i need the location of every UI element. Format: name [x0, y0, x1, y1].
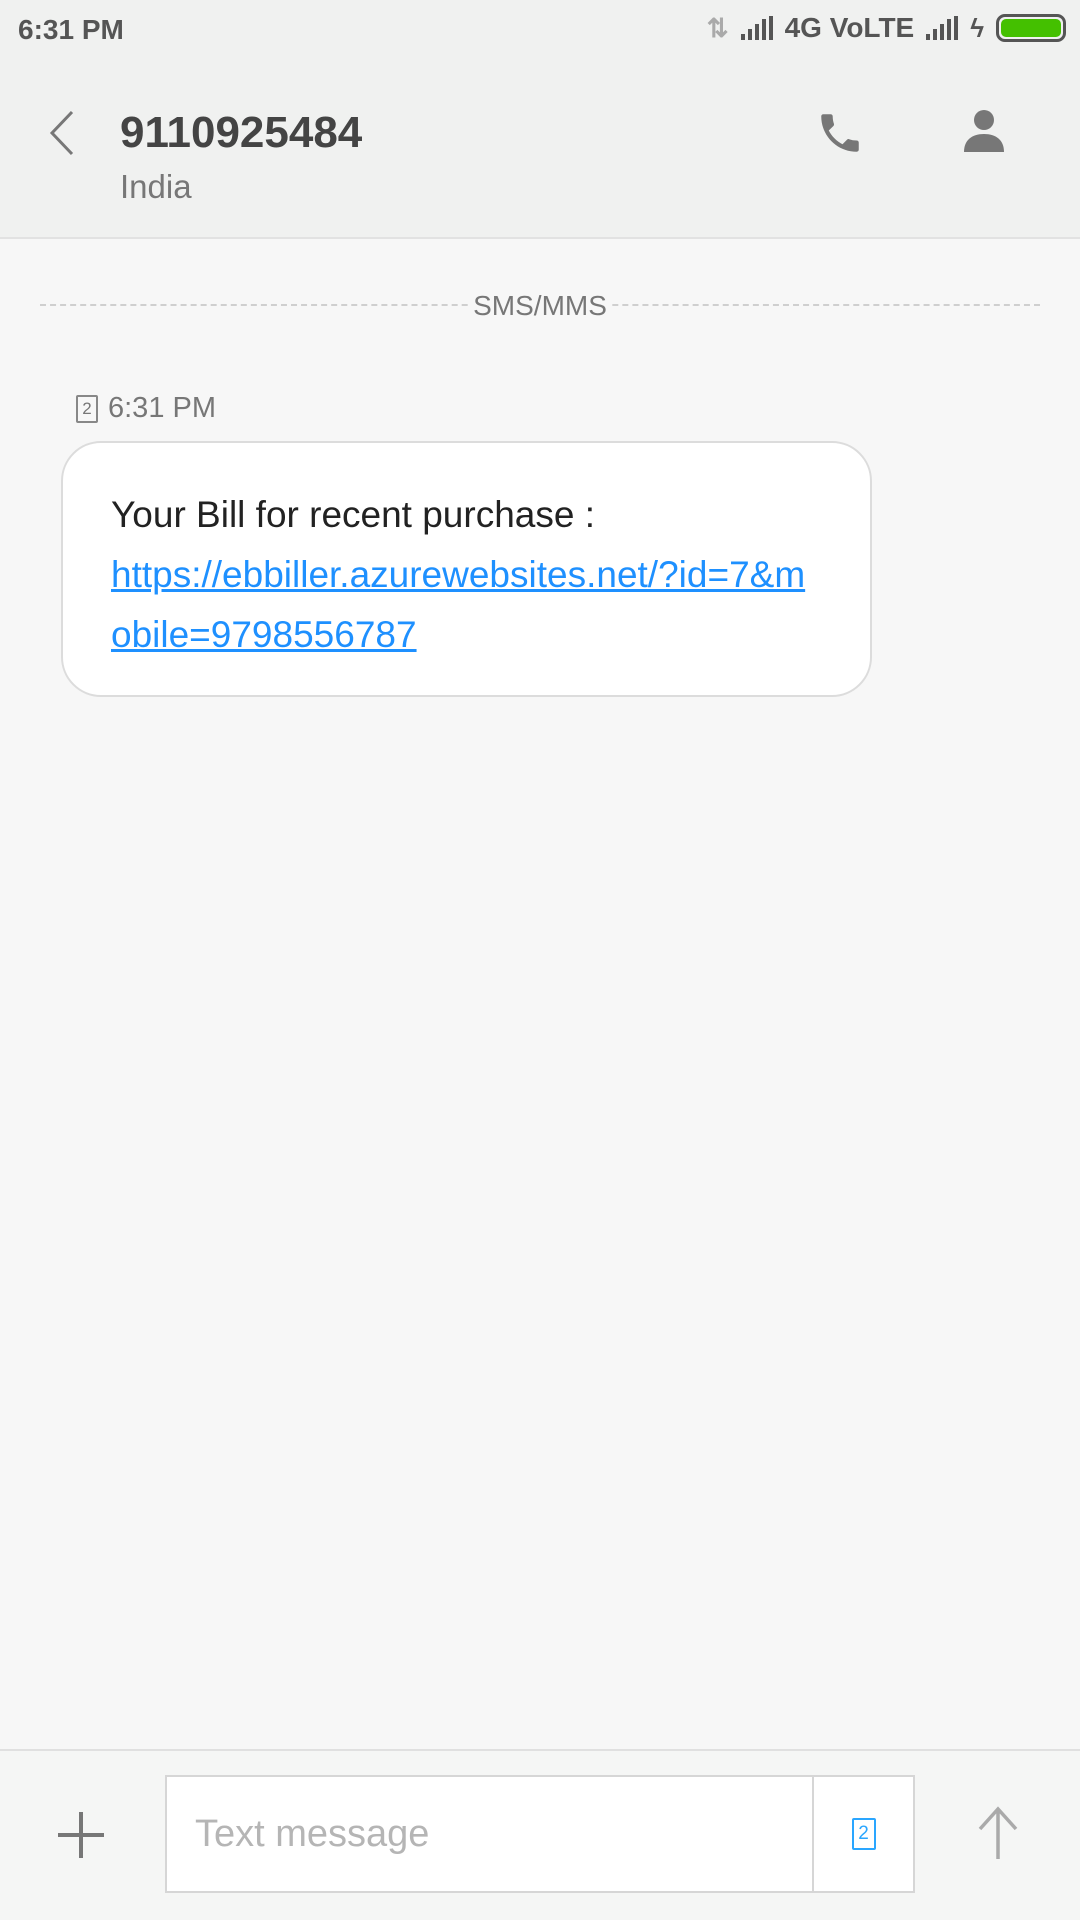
status-icons: ⇅ 4G VoLTE ϟ: [707, 12, 1066, 44]
message-meta: 2 6:31 PM: [76, 392, 216, 425]
contact-location: India: [120, 168, 192, 205]
data-arrows-icon: ⇅: [706, 12, 729, 43]
sim-selector-button[interactable]: 2: [812, 1777, 913, 1891]
battery-icon: [996, 14, 1066, 42]
charging-icon: ϟ: [970, 12, 984, 43]
signal-icon: [740, 16, 773, 40]
contact-icon[interactable]: [962, 108, 1006, 152]
contact-number: 9110925484: [120, 108, 363, 157]
status-time: 6:31 PM: [18, 14, 124, 45]
message-bubble[interactable]: Your Bill for recent purchase : https://…: [61, 441, 872, 697]
message-input[interactable]: [167, 1777, 812, 1891]
back-icon[interactable]: [44, 108, 84, 158]
phone-call-icon[interactable]: [815, 108, 865, 158]
sim-icon: 2: [851, 1818, 876, 1850]
top-bar: 6:31 PM ⇅ 4G VoLTE ϟ 9110925484 India: [0, 0, 1080, 239]
message-text: Your Bill for recent purchase :: [111, 494, 595, 535]
composer: 2: [165, 1775, 915, 1893]
message-time: 6:31 PM: [108, 392, 216, 424]
attach-plus-icon[interactable]: [56, 1810, 106, 1860]
send-arrow-icon[interactable]: [970, 1805, 1026, 1861]
divider-label: SMS/MMS: [469, 290, 611, 321]
signal-icon-2: [926, 16, 959, 40]
message-link[interactable]: https://ebbiller.azurewebsites.net/?id=7…: [111, 554, 805, 655]
network-label: 4G VoLTE: [784, 12, 915, 43]
sim-icon: 2: [76, 394, 98, 423]
